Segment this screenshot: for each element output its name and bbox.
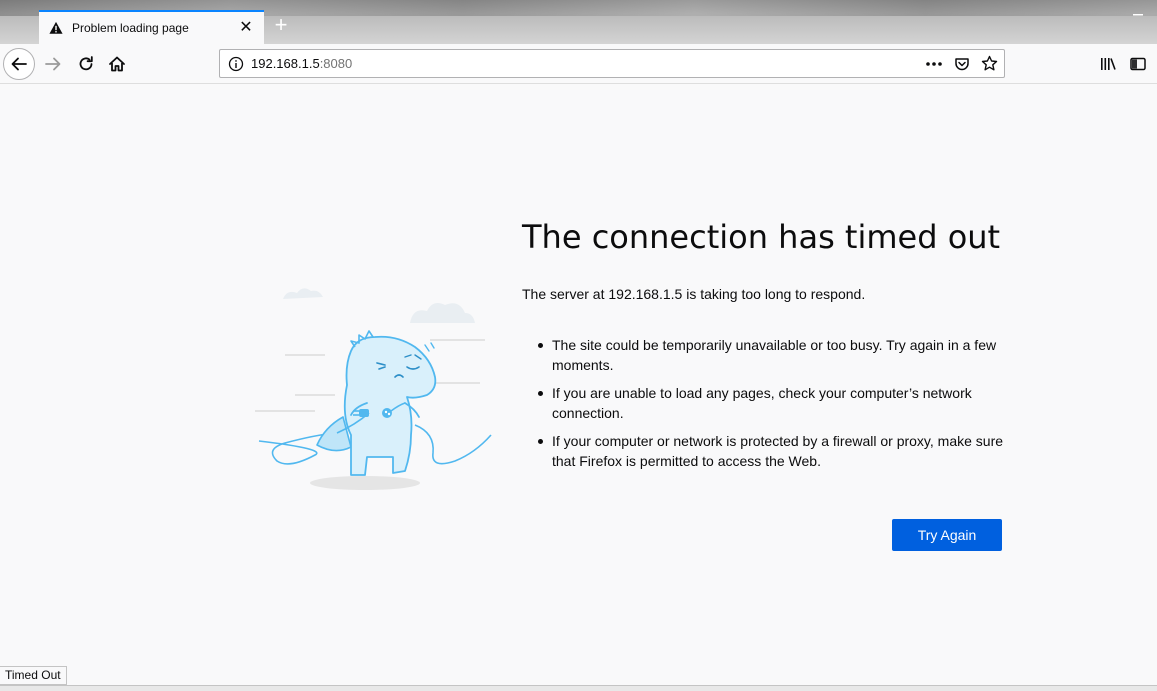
pocket-icon xyxy=(955,57,969,70)
site-info-icon[interactable] xyxy=(228,56,244,72)
status-panel: Timed Out xyxy=(0,666,67,685)
error-description: The server at 192.168.1.5 is taking too … xyxy=(522,286,866,302)
sidebar-button[interactable] xyxy=(1122,48,1154,80)
reload-button[interactable] xyxy=(70,48,102,80)
try-again-button[interactable]: Try Again xyxy=(892,519,1002,551)
error-page: The connection has timed out The server … xyxy=(0,85,1157,685)
tab-close-icon[interactable]: ✕ xyxy=(238,20,254,36)
minimize-icon[interactable] xyxy=(1130,6,1146,18)
ellipsis-icon xyxy=(926,61,942,66)
error-suggestions: The site could be temporarily unavailabl… xyxy=(538,335,1008,479)
forward-arrow-icon xyxy=(45,57,61,71)
unplugged-dinosaur-illustration xyxy=(255,288,492,490)
navigation-bar: 192.168.1.5 :8080 xyxy=(0,44,1157,84)
list-item: If you are unable to load any pages, che… xyxy=(538,383,1008,423)
tab-strip: Problem loading page ✕ + xyxy=(0,0,1157,44)
forward-button[interactable] xyxy=(37,48,69,80)
home-button[interactable] xyxy=(101,48,133,80)
window-bottom-edge xyxy=(0,685,1157,691)
sidebar-icon xyxy=(1130,57,1146,71)
library-icon xyxy=(1101,58,1116,70)
star-icon xyxy=(981,55,997,71)
url-bar[interactable]: 192.168.1.5 :8080 xyxy=(219,49,1005,78)
pocket-button[interactable] xyxy=(950,50,974,77)
new-tab-button[interactable]: + xyxy=(269,14,293,38)
library-button[interactable] xyxy=(1092,48,1124,80)
list-item: The site could be temporarily unavailabl… xyxy=(538,335,1008,375)
warning-icon xyxy=(49,21,63,34)
url-host: 192.168.1.5 xyxy=(251,56,320,71)
page-actions-button[interactable] xyxy=(922,50,946,77)
reload-icon xyxy=(79,56,93,71)
url-port: :8080 xyxy=(319,56,353,71)
error-title: The connection has timed out xyxy=(522,218,1001,256)
bookmark-star-button[interactable] xyxy=(977,50,1001,77)
tab-problem-loading[interactable]: Problem loading page ✕ xyxy=(39,10,264,44)
home-icon xyxy=(109,56,125,72)
list-item: If your computer or network is protected… xyxy=(538,431,1008,471)
back-button[interactable] xyxy=(3,48,35,80)
tab-title: Problem loading page xyxy=(72,21,189,35)
back-arrow-icon xyxy=(11,57,27,71)
